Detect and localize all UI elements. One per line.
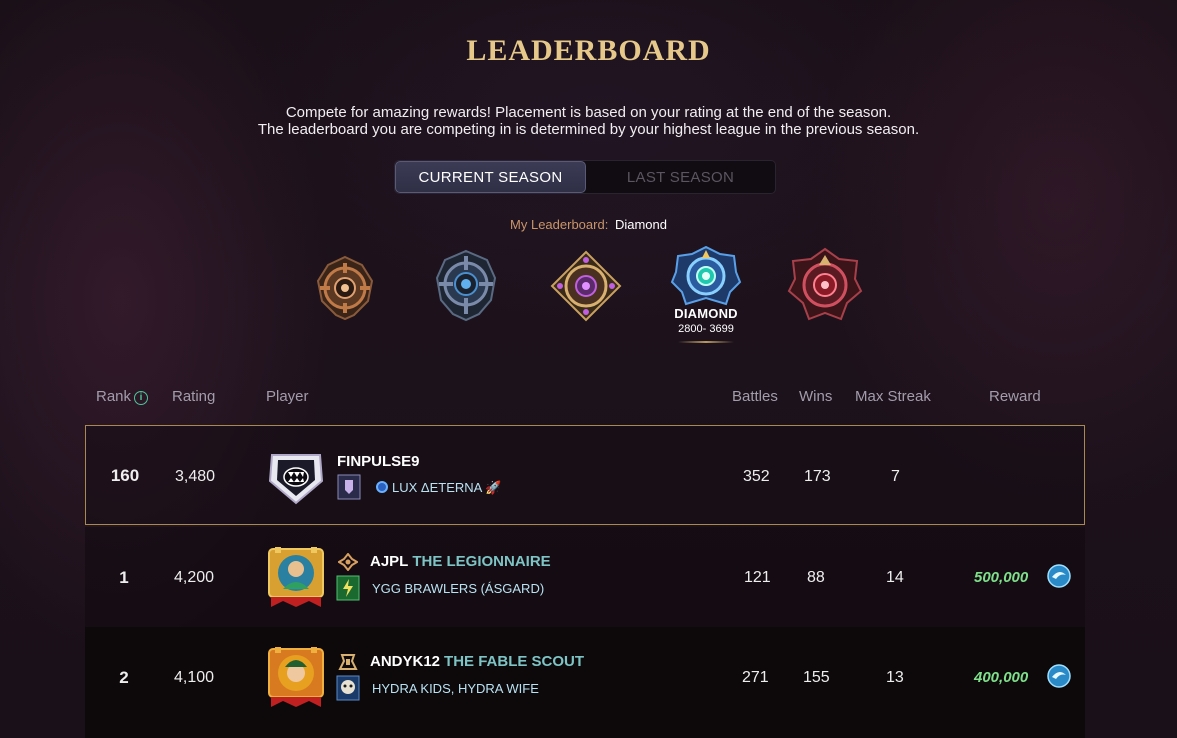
row-rank: 1 — [119, 568, 129, 587]
row-wins: 155 — [803, 669, 830, 686]
league-bronze[interactable] — [310, 253, 380, 323]
row-rating: 3,480 — [175, 468, 216, 485]
diamond-tier-range: 2800- 3699 — [678, 323, 734, 335]
champion-league-icon — [787, 247, 863, 321]
player-name-text: AJPL — [370, 553, 409, 570]
row-battles: 121 — [744, 569, 771, 586]
gold-league-icon — [550, 250, 622, 322]
tab-last-season[interactable]: LAST SEASON — [586, 161, 775, 193]
col-max-streak: Max Streak — [855, 388, 931, 405]
guild-banner-icon — [336, 675, 360, 701]
league-silver[interactable] — [431, 248, 501, 323]
player-avatar[interactable] — [265, 645, 327, 709]
guild-name-text: LUX ΔETERNA — [392, 480, 483, 495]
row-battles: 271 — [742, 669, 769, 686]
player-title: THE LEGIONNAIRE — [412, 553, 551, 570]
crystal-currency-icon — [1047, 664, 1071, 688]
diamond-tier-name: DIAMOND — [674, 306, 738, 321]
my-leaderboard-label: My Leaderboard: — [510, 217, 609, 232]
rocket-icon: 🚀 — [485, 480, 502, 495]
diamond-league-icon — [670, 246, 742, 306]
league-champion[interactable] — [787, 247, 863, 325]
player-name: ANDYK12 THE FABLE SCOUT — [370, 653, 584, 670]
table-row-my-entry[interactable]: 160 3,480 FINPULSE9 LUX ΔETERNA 🚀 352 173… — [85, 425, 1085, 525]
fable-scout-title-icon — [338, 654, 358, 670]
row-wins: 88 — [807, 569, 825, 586]
row-reward: 400,000 — [974, 669, 1029, 686]
player-name-text: ANDYK12 — [370, 653, 441, 670]
col-battles: Battles — [732, 388, 778, 405]
player-avatar[interactable] — [266, 451, 326, 506]
season-toggle: CURRENT SEASON LAST SEASON — [394, 160, 776, 194]
row-rating: 4,100 — [174, 669, 215, 686]
crystal-currency-icon — [1047, 564, 1071, 588]
col-rank-label: Rank — [96, 388, 132, 405]
subtitle-line-1: Compete for amazing rewards! Placement i… — [285, 104, 892, 121]
guild-name[interactable]: YGG BRAWLERS (ÁSGARD) — [372, 581, 544, 596]
silver-league-icon — [435, 249, 497, 322]
league-gold[interactable] — [550, 250, 622, 322]
selected-league-underline — [678, 341, 734, 343]
guild-banner-icon — [337, 474, 361, 500]
guild-emblem-icon — [376, 481, 388, 493]
player-name-text: FINPULSE9 — [337, 453, 420, 470]
player-avatar[interactable] — [265, 545, 327, 609]
my-leaderboard: My Leaderboard: Diamond — [0, 217, 1177, 232]
row-streak: 14 — [886, 569, 904, 586]
legionnaire-title-icon — [338, 553, 358, 571]
col-rank: Rank i — [96, 388, 149, 405]
guild-name[interactable]: LUX ΔETERNA 🚀 — [376, 480, 502, 496]
col-reward: Reward — [989, 388, 1041, 405]
bronze-league-icon — [316, 255, 374, 321]
guild-name[interactable]: HYDRA KIDS, HYDRA WIFE — [372, 681, 539, 696]
row-streak: 7 — [891, 468, 900, 485]
row-rank: 160 — [110, 466, 140, 485]
tab-current-season[interactable]: CURRENT SEASON — [395, 161, 586, 193]
player-name: FINPULSE9 — [337, 453, 420, 470]
league-diamond[interactable]: DIAMOND 2800- 3699 — [667, 246, 745, 343]
col-rating: Rating — [172, 388, 216, 405]
table-row[interactable]: 1 4,200 AJPL THE LEGIONNAIRE YGG BRAWLERS… — [85, 527, 1085, 627]
row-rating: 4,200 — [174, 569, 215, 586]
my-leaderboard-value: Diamond — [614, 217, 667, 232]
player-title: THE FABLE SCOUT — [444, 653, 585, 670]
subtitle-line-2: The leaderboard you are competing in is … — [257, 121, 920, 138]
table-row[interactable]: 2 4,100 ANDYK12 THE FABLE SCOUT HYDRA KID… — [85, 627, 1085, 738]
page-title: LEADERBOARD — [466, 34, 711, 67]
row-streak: 13 — [886, 669, 904, 686]
row-wins: 173 — [804, 468, 831, 485]
row-rank: 2 — [119, 668, 129, 687]
col-player: Player — [266, 388, 309, 405]
page-subtitle: Compete for amazing rewards! Placement i… — [0, 104, 1177, 138]
row-battles: 352 — [743, 468, 770, 485]
col-wins: Wins — [799, 388, 833, 405]
row-reward: 500,000 — [974, 569, 1029, 586]
guild-banner-icon — [336, 575, 360, 601]
player-name: AJPL THE LEGIONNAIRE — [370, 553, 551, 570]
info-icon[interactable]: i — [134, 391, 149, 405]
